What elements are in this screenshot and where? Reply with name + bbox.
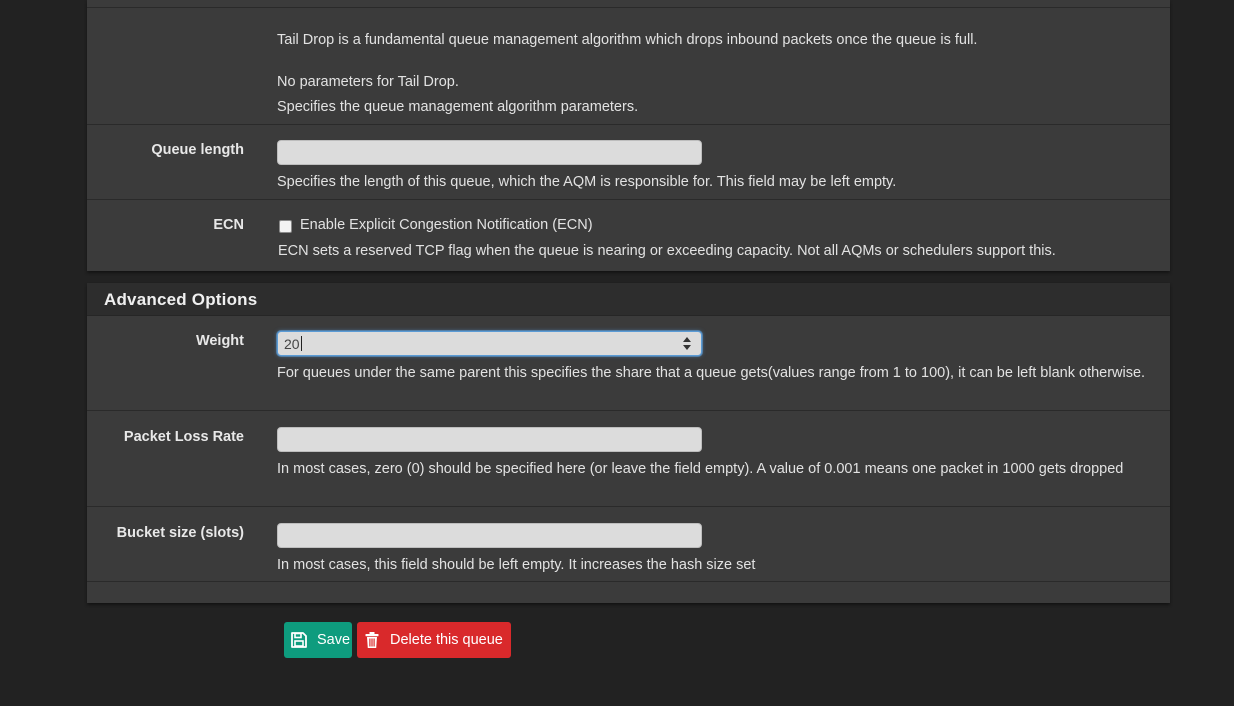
queue-settings-panel: Tail Drop is a fundamental queue managem… xyxy=(87,0,1170,271)
queue-length-help: Specifies the length of this queue, whic… xyxy=(277,174,897,190)
ecn-help: ECN sets a reserved TCP flag when the qu… xyxy=(278,243,1056,259)
row-divider xyxy=(87,506,1170,507)
delete-queue-button[interactable]: Delete this queue xyxy=(357,622,511,658)
ecn-checkbox[interactable] xyxy=(279,220,292,233)
spinner-up-icon[interactable] xyxy=(683,337,691,342)
packet-loss-rate-input[interactable] xyxy=(277,427,702,452)
aqm-no-params: No parameters for Tail Drop. xyxy=(277,74,459,90)
bucket-size-help: In most cases, this field should be left… xyxy=(277,557,756,573)
ecn-label: ECN xyxy=(213,217,244,233)
weight-help: For queues under the same parent this sp… xyxy=(277,365,1146,381)
aqm-description: Tail Drop is a fundamental queue managem… xyxy=(277,32,978,48)
packet-loss-rate-help: In most cases, zero (0) should be specif… xyxy=(277,461,1124,477)
weight-spinner[interactable] xyxy=(683,336,692,351)
queue-length-input[interactable] xyxy=(277,140,702,165)
save-button-label: Save xyxy=(317,632,351,648)
weight-input[interactable]: 20 xyxy=(277,331,702,356)
trash-icon xyxy=(363,631,381,649)
advanced-options-header: Advanced Options xyxy=(87,283,1170,316)
row-divider xyxy=(87,124,1170,125)
spinner-down-icon[interactable] xyxy=(683,345,691,350)
ecn-checkbox-label[interactable]: Enable Explicit Congestion Notification … xyxy=(300,215,593,236)
row-divider xyxy=(87,410,1170,411)
row-divider xyxy=(87,7,1170,8)
row-divider xyxy=(87,581,1170,582)
bucket-size-label: Bucket size (slots) xyxy=(116,525,244,541)
advanced-options-title: Advanced Options xyxy=(104,290,258,309)
packet-loss-rate-label: Packet Loss Rate xyxy=(123,429,244,445)
delete-queue-button-label: Delete this queue xyxy=(390,632,503,648)
weight-value: 20 xyxy=(284,336,302,352)
floppy-disk-icon xyxy=(290,631,308,649)
bucket-size-input[interactable] xyxy=(277,523,702,548)
advanced-options-panel: Advanced Options Weight 20 For queues un… xyxy=(87,283,1170,603)
weight-label: Weight xyxy=(195,333,244,349)
queue-length-label: Queue length xyxy=(151,142,244,158)
save-button[interactable]: Save xyxy=(284,622,352,658)
aqm-params-help: Specifies the queue management algorithm… xyxy=(277,99,639,115)
row-divider xyxy=(87,199,1170,200)
